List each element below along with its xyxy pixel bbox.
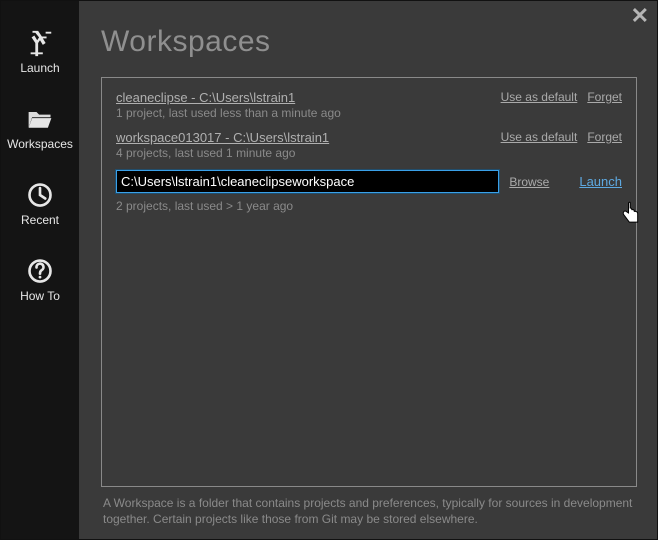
- clock-icon: [24, 179, 56, 211]
- sidebar-item-label: Workspaces: [7, 137, 73, 151]
- workspace-name-link[interactable]: workspace013017 - C:\Users\lstrain1: [116, 130, 491, 145]
- sidebar-item-howto[interactable]: How To: [1, 251, 79, 307]
- browse-link[interactable]: Browse: [509, 175, 549, 189]
- page-title: Workspaces: [101, 25, 637, 59]
- forget-link[interactable]: Forget: [587, 130, 622, 144]
- sidebar-item-recent[interactable]: Recent: [1, 175, 79, 231]
- workspace-row: cleaneclipse - C:\Users\lstrain1 1 proje…: [116, 90, 622, 120]
- workspace-name-link[interactable]: cleaneclipse - C:\Users\lstrain1: [116, 90, 491, 105]
- workspaces-panel: cleaneclipse - C:\Users\lstrain1 1 proje…: [101, 77, 637, 487]
- use-as-default-link[interactable]: Use as default: [501, 90, 578, 104]
- workspace-meta: 1 project, last used less than a minute …: [116, 106, 491, 120]
- folder-open-icon: [24, 103, 56, 135]
- workspace-meta: 2 projects, last used > 1 year ago: [116, 199, 622, 213]
- workspace-meta: 4 projects, last used 1 minute ago: [116, 146, 491, 160]
- sidebar: Launch Workspaces Recent How To: [1, 1, 79, 539]
- sidebar-item-label: Launch: [20, 61, 59, 75]
- workspace-path-row: Browse Launch: [116, 170, 622, 193]
- sidebar-item-label: Recent: [21, 213, 59, 227]
- forget-link[interactable]: Forget: [587, 90, 622, 104]
- workspace-path-input[interactable]: [116, 170, 499, 193]
- question-icon: [24, 255, 56, 287]
- workspace-row: workspace013017 - C:\Users\lstrain1 4 pr…: [116, 130, 622, 160]
- use-as-default-link[interactable]: Use as default: [501, 130, 578, 144]
- footer-description: A Workspace is a folder that contains pr…: [101, 487, 637, 527]
- sidebar-item-workspaces[interactable]: Workspaces: [1, 99, 79, 155]
- launch-link[interactable]: Launch: [579, 174, 622, 189]
- main-area: Workspaces cleaneclipse - C:\Users\lstra…: [79, 1, 657, 539]
- sidebar-item-label: How To: [20, 289, 60, 303]
- sidebar-item-launch[interactable]: Launch: [1, 23, 79, 79]
- run-icon: [24, 27, 56, 59]
